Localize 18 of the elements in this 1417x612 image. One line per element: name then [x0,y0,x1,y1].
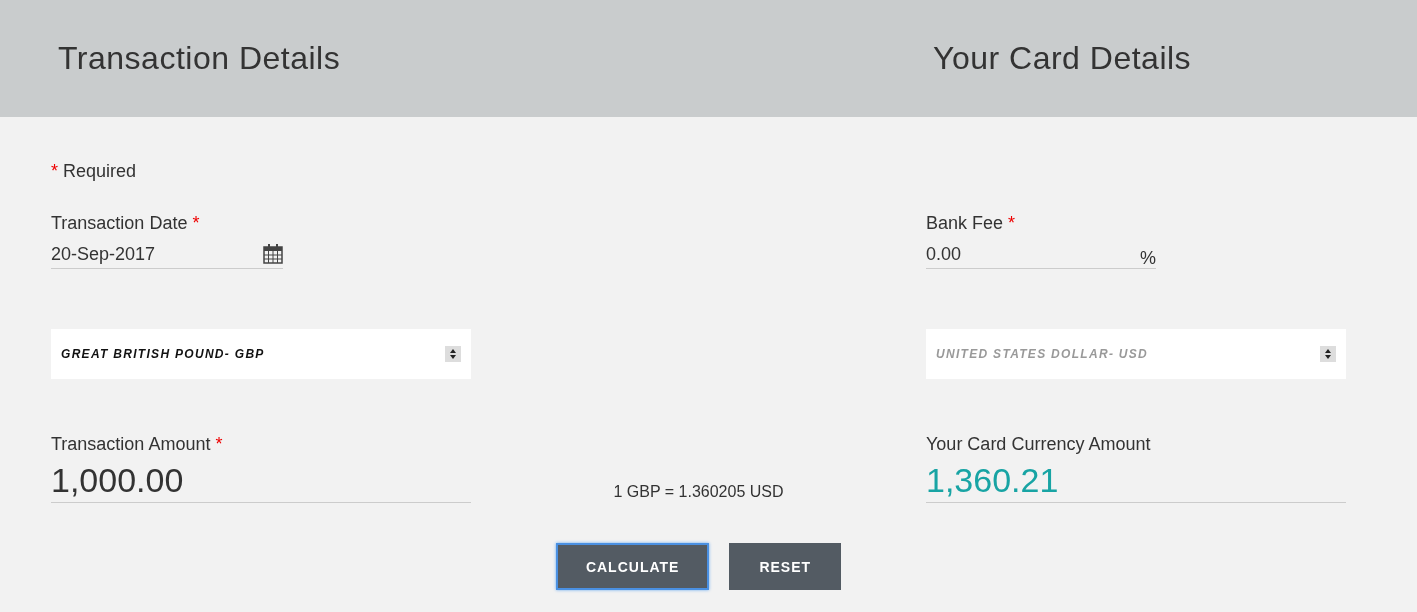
spinner-icon [1320,346,1336,362]
field-label: Bank Fee * [926,213,1017,233]
field-label: Transaction Amount * [51,434,224,454]
section-title: Transaction Details [58,40,341,77]
percent-unit: % [1140,246,1156,269]
amount-field[interactable]: 1,000.00 [51,458,471,503]
calendar-icon[interactable] [263,244,283,264]
action-button[interactable]: RESET [729,543,842,590]
fee-field[interactable]: 0.00 % [926,240,1156,269]
exchange-rate: 1 GBP = 1.360205 USD [613,483,784,501]
currency-select[interactable]: GREAT BRITISH POUND- GBP [51,329,471,379]
field-label: Transaction Date * [51,213,201,233]
spinner-icon [445,346,461,362]
section-title: Your Card Details [933,40,1192,77]
date-field[interactable]: 20-Sep-2017 [51,240,283,269]
required-note: * Required [51,161,138,181]
action-button[interactable]: CALCULATE [555,543,710,590]
field-label: Your Card Currency Amount [926,434,1152,454]
